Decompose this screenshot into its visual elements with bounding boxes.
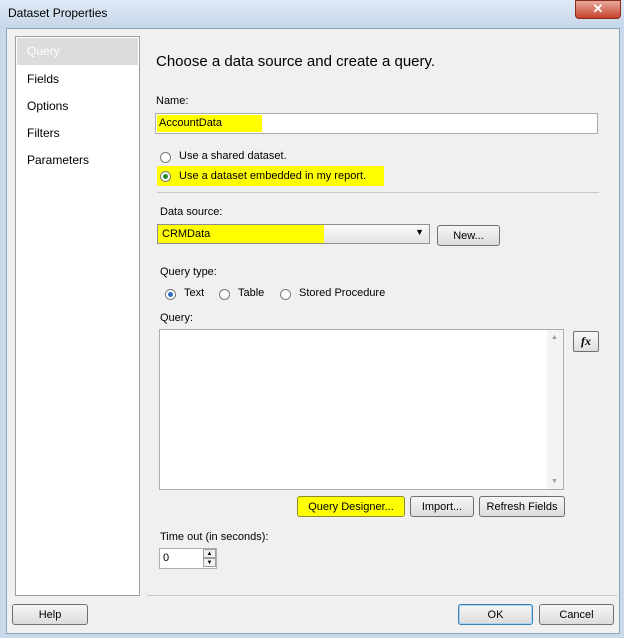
chevron-down-icon: ▼ [415,227,424,237]
timeout-label: Time out (in seconds): [160,531,269,543]
footer-divider [147,595,617,596]
embedded-dataset-label: Use a dataset embedded in my report. [179,170,367,182]
query-type-stored-procedure-label: Stored Procedure [299,287,386,299]
query-type-table-radio[interactable] [219,289,230,300]
name-value: AccountData [159,117,222,129]
name-label: Name: [156,95,189,107]
scroll-up-icon: ▲ [551,334,558,341]
timeout-value: 0 [163,552,170,564]
query-type-table-label: Table [238,287,265,299]
embedded-dataset-radio[interactable] [160,171,171,182]
chevron-down-icon[interactable]: ▼ [203,558,216,567]
data-source-select[interactable]: CRMData ▼ [157,224,430,244]
shared-dataset-radio[interactable] [160,152,171,163]
query-type-text-label: Text [184,287,205,299]
sidebar: Query Fields Options Filters Parameters [15,36,140,596]
close-icon: ✕ [592,1,604,16]
query-type-stored-procedure-radio[interactable] [280,289,291,300]
import-button[interactable]: Import... [410,496,474,517]
shared-dataset-label: Use a shared dataset. [179,150,287,162]
data-source-value: CRMData [162,228,211,240]
title-bar: Dataset Properties ✕ [0,0,624,28]
close-button[interactable]: ✕ [575,0,621,19]
sidebar-item-fields[interactable]: Fields [16,66,139,93]
sidebar-item-parameters[interactable]: Parameters [16,147,139,174]
cancel-button[interactable]: Cancel [539,604,614,625]
fx-icon: fx [581,334,591,348]
chevron-up-icon[interactable]: ▲ [203,549,216,558]
sidebar-item-options[interactable]: Options [16,93,139,120]
timeout-stepper[interactable]: 0 ▲ ▼ [159,548,217,569]
name-field[interactable]: AccountData [155,113,598,134]
query-type-text-radio[interactable] [165,289,176,300]
window-title: Dataset Properties [8,6,108,20]
query-type-label: Query type: [160,266,217,278]
query-designer-button[interactable]: Query Designer... [297,496,405,517]
divider [157,192,599,193]
sidebar-item-query[interactable]: Query [17,38,138,65]
scroll-down-icon: ▼ [551,478,558,485]
help-button[interactable]: Help [12,604,88,625]
expression-fx-button[interactable]: fx [573,331,599,352]
refresh-fields-button[interactable]: Refresh Fields [479,496,565,517]
query-scrollbar[interactable]: ▲ ▼ [547,330,563,489]
query-label: Query: [160,312,194,324]
ok-button[interactable]: OK [458,604,533,625]
page-heading: Choose a data source and create a query. [156,53,436,70]
data-source-label: Data source: [160,206,223,218]
dialog-body: Query Fields Options Filters Parameters … [6,28,620,634]
sidebar-item-filters[interactable]: Filters [16,120,139,147]
new-button[interactable]: New... [437,225,500,246]
query-text-area[interactable]: ▲ ▼ [159,329,564,490]
